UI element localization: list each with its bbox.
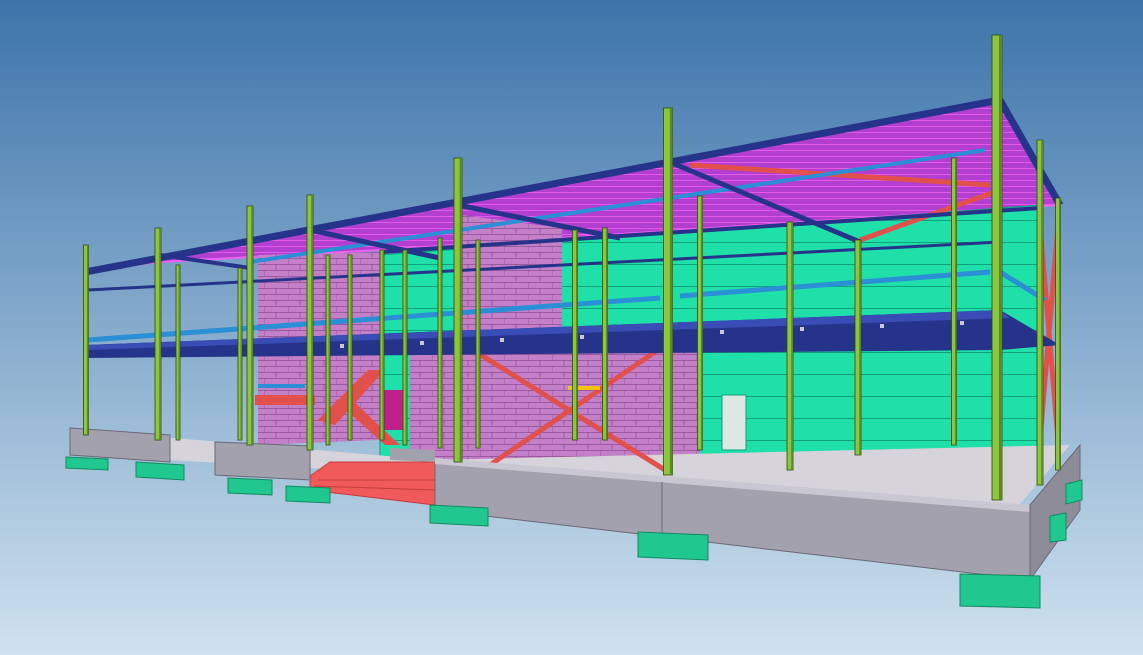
steel-column-shade bbox=[701, 196, 703, 450]
footing bbox=[65, 456, 109, 471]
steel-column-shade bbox=[478, 240, 480, 448]
steel-column-shade bbox=[159, 228, 161, 440]
steel-column-shade bbox=[999, 35, 1002, 500]
steel-column-shade bbox=[1059, 198, 1061, 470]
footing bbox=[285, 485, 331, 504]
footing bbox=[429, 504, 489, 527]
foundation-wall-mid bbox=[214, 441, 311, 481]
cladding-door bbox=[721, 394, 747, 451]
steel-column-shade bbox=[328, 255, 330, 445]
masonry-wall-center bbox=[410, 345, 700, 470]
footing bbox=[1065, 479, 1083, 505]
steel-column-shade bbox=[1041, 140, 1043, 485]
3d-structural-model-viewport[interactable] bbox=[0, 0, 1143, 655]
foundation-wall-entry bbox=[390, 448, 435, 462]
steel-column-shade bbox=[791, 222, 793, 470]
stair-door bbox=[384, 390, 404, 430]
steel-column-shade bbox=[382, 250, 384, 440]
steel-column-shade bbox=[459, 158, 462, 462]
steel-column-shade bbox=[405, 250, 407, 445]
steel-column-shade bbox=[178, 265, 180, 440]
steel-column-shade bbox=[240, 268, 242, 440]
footing bbox=[1049, 512, 1067, 543]
stair-landing bbox=[255, 395, 315, 405]
footing bbox=[959, 573, 1041, 609]
steel-column-shade bbox=[251, 206, 253, 445]
steel-column-shade bbox=[955, 158, 957, 445]
steel-column-shade bbox=[87, 245, 89, 435]
steel-column-shade bbox=[576, 230, 578, 440]
footing bbox=[135, 461, 185, 481]
steel-column-shade bbox=[669, 108, 673, 475]
footing bbox=[227, 477, 273, 496]
steel-column-shade bbox=[350, 255, 352, 440]
steel-column-shade bbox=[859, 240, 861, 455]
steel-column-shade bbox=[440, 238, 442, 448]
footing bbox=[637, 531, 709, 561]
steel-column-shade bbox=[311, 195, 313, 450]
steel-column-shade bbox=[606, 228, 608, 440]
